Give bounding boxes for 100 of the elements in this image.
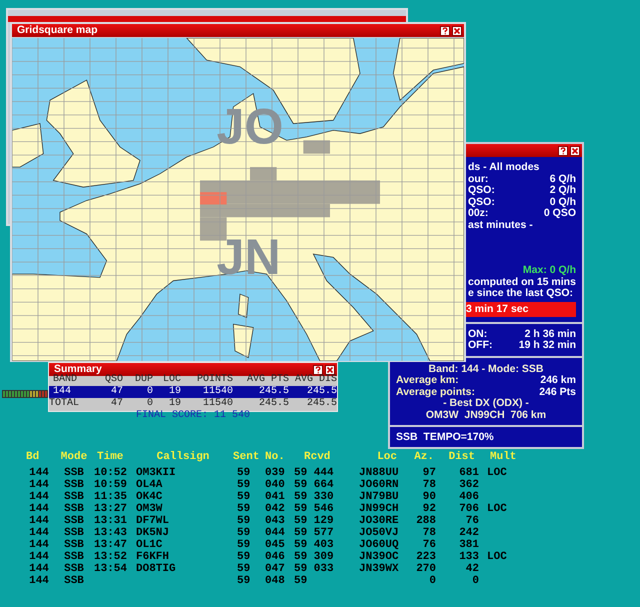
- window-title: Gridsquare map: [17, 24, 99, 37]
- close-icon[interactable]: [570, 146, 580, 156]
- log-cell-text: 90: [422, 491, 437, 503]
- log-cell-text: 043: [264, 515, 286, 527]
- info-text: SSB TEMPO=170%: [396, 432, 495, 444]
- stat-label: Average km:: [396, 375, 459, 386]
- log-cell-text: 78: [422, 527, 437, 539]
- stat-value: 246 Pts: [539, 386, 576, 398]
- log-cell-text: 048: [264, 575, 286, 587]
- log-cell-text: JN88UU: [358, 467, 400, 479]
- stat-label: QSO:: [468, 185, 495, 196]
- log-cell-text: 0: [428, 575, 437, 587]
- log-cell-text: 59 403: [293, 539, 335, 551]
- log-cell-text: 046: [264, 551, 286, 563]
- log-cell-text: JN79BU: [358, 491, 400, 503]
- stat-value: 246 km: [540, 375, 576, 386]
- log-cell-text: 42: [464, 563, 480, 575]
- column-header: Az.: [413, 451, 435, 463]
- final-score: FINAL SCORE: 11 540: [134, 410, 252, 422]
- stat-label: ON:: [468, 328, 488, 340]
- log-cell-text: OL1C: [135, 539, 164, 551]
- log-cell-text: LOC: [486, 467, 508, 479]
- log-cell-text: 10:59: [94, 479, 128, 491]
- log-cell-text: 13:52: [94, 551, 128, 563]
- log-cell-text: 0: [471, 575, 480, 587]
- log-cell-text: 042: [264, 503, 286, 515]
- summary-row[interactable]: TOTAL 47 0 19 11540 245.5 245.5: [49, 398, 337, 410]
- stat-value: 0 QSO: [544, 208, 576, 220]
- log-cell-text: 76: [422, 539, 437, 551]
- log-cell-text: SSB: [63, 479, 85, 491]
- log-cell-text: SSB: [63, 527, 85, 539]
- info-text: Band: 144 - Mode: SSB: [428, 364, 544, 375]
- log-cell-text: 59: [236, 527, 252, 539]
- log-cell-text: 13:27: [94, 503, 128, 515]
- log-cell-text: 144: [28, 575, 50, 587]
- log-cell-text: 11:35: [94, 491, 128, 503]
- log-cell-text: SSB: [63, 539, 85, 551]
- log-cell-text: 59 577: [293, 527, 335, 539]
- column-header: AVG PTS: [246, 374, 289, 386]
- log-cell-text: 144: [28, 551, 50, 563]
- log-cell-text: 59: [236, 503, 252, 515]
- close-icon[interactable]: [325, 364, 335, 374]
- log-cell-text: JO60UQ: [358, 539, 400, 551]
- stat-value: 6 Q/h: [550, 174, 576, 184]
- column-header: No.: [264, 451, 286, 463]
- log-cell-text: JO50VJ: [358, 527, 400, 539]
- log-cell-text: 133: [458, 551, 480, 563]
- window-title: Summary: [54, 363, 103, 375]
- log-cell-text: 144: [28, 515, 50, 527]
- log-cell-text: 59 444: [293, 467, 335, 479]
- log-cell-text: 242: [458, 527, 480, 539]
- log-cell-text: 045: [264, 539, 286, 551]
- log-cell-text: OM3W: [135, 503, 164, 515]
- log-cell-text: DK5NJ: [135, 527, 170, 539]
- log-cell-text: 381: [458, 539, 480, 551]
- stat-value: 0 Q/h: [550, 196, 576, 208]
- log-cell-text: 59: [293, 575, 308, 587]
- log-cell-text: 270: [415, 563, 437, 575]
- log-cell-text: 59: [236, 551, 252, 563]
- column-header: BAND: [52, 374, 78, 386]
- stat-value: 2 Q/h: [550, 185, 576, 196]
- help-icon[interactable]: [558, 146, 568, 156]
- log-cell-text: SSB: [63, 551, 85, 563]
- help-icon[interactable]: [313, 364, 323, 374]
- log-cell-text: 76: [464, 515, 480, 527]
- info-text: computed on 15 mins: [468, 276, 576, 288]
- log-cell-text: LOC: [486, 551, 508, 563]
- log-cell-text: 59 129: [293, 515, 335, 527]
- log-cell-text: OM3KII: [135, 467, 177, 479]
- log-cell-text: OL4A: [135, 479, 164, 491]
- log-cell-text: 13:54: [94, 563, 128, 575]
- log-cell-text: 406: [458, 491, 480, 503]
- log-cell-text: SSB: [63, 515, 85, 527]
- log-cell-text: 144: [28, 539, 50, 551]
- log-cell-text: JN39OC: [358, 551, 400, 563]
- stat-label: 00z:: [468, 208, 488, 220]
- log-cell-text: JO60RN: [358, 479, 400, 491]
- log-cell-text: 59: [236, 575, 252, 587]
- log-cell-text: 288: [415, 515, 437, 527]
- log-cell-text: 59: [236, 515, 252, 527]
- stat-label: our:: [468, 174, 488, 185]
- log-cell-text: 041: [264, 491, 286, 503]
- log-cell-text: 706: [458, 503, 480, 515]
- log-cell-text: 59: [236, 479, 252, 491]
- column-header: Mode: [60, 451, 88, 463]
- column-header: Time: [96, 451, 124, 463]
- log-cell-text: SSB: [63, 563, 85, 575]
- summary-row[interactable]: 144 47 0 19 11540 245.5 245.5: [49, 386, 337, 398]
- column-header: LOC: [162, 374, 181, 386]
- column-header: Rcvd: [303, 451, 332, 463]
- log-cell-text: 362: [458, 479, 480, 491]
- column-header: Mult: [489, 451, 518, 463]
- log-cell-text: JN39WX: [358, 563, 400, 575]
- help-icon[interactable]: [440, 26, 450, 36]
- close-icon[interactable]: [452, 26, 462, 36]
- stat-label: QSO:: [468, 196, 495, 208]
- log-cell-text: DF7WL: [135, 515, 170, 527]
- log-cell-text: F6KFH: [135, 551, 170, 563]
- log-cell-text: 144: [28, 467, 50, 479]
- log-cell-text: 681: [458, 467, 480, 479]
